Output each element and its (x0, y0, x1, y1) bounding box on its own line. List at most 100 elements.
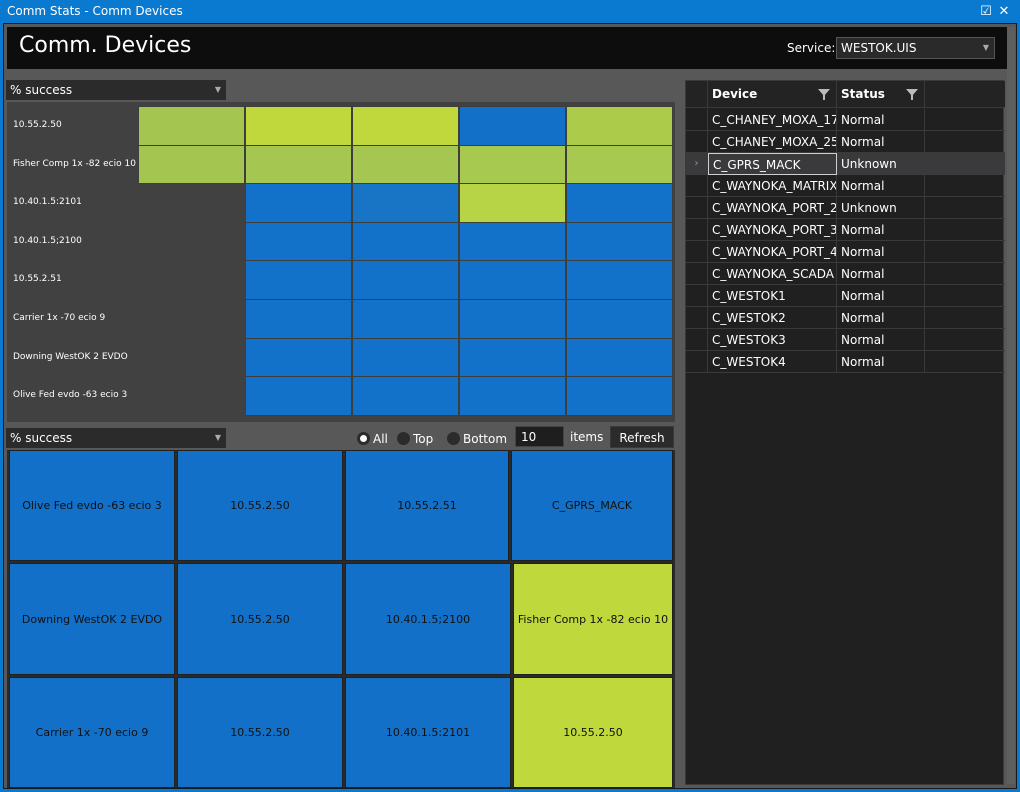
heatmap-cell[interactable] (138, 144, 245, 185)
heatmap-cell[interactable] (245, 260, 352, 300)
window-title: Comm Stats - Comm Devices (7, 4, 183, 18)
table-row[interactable]: C_WESTOK1 Normal (686, 285, 1005, 307)
status-cell[interactable]: Normal (837, 307, 925, 329)
device-cell[interactable]: C_WESTOK3 (708, 329, 837, 351)
heatmap-cell[interactable] (459, 144, 566, 185)
device-cell[interactable]: C_WAYNOKA_SCADA (708, 263, 837, 285)
heatmap-cell[interactable] (459, 221, 566, 262)
table-row[interactable]: C_WAYNOKA_PORT_4 Normal (686, 241, 1005, 263)
heatmap-cell[interactable] (245, 299, 352, 339)
device-cell[interactable]: C_CHANEY_MOXA_175 (708, 109, 837, 131)
treemap-tile[interactable]: 10.40.1.5:2101 (345, 677, 511, 788)
heatmap-cell[interactable] (352, 221, 459, 262)
table-row[interactable]: C_WAYNOKA_SCADA Normal (686, 263, 1005, 285)
heatmap-cell[interactable] (245, 376, 352, 416)
radio-bottom[interactable]: Bottom (447, 432, 507, 446)
status-cell[interactable]: Normal (837, 351, 925, 373)
status-cell[interactable]: Normal (837, 131, 925, 153)
status-cell[interactable]: Normal (837, 263, 925, 285)
close-icon[interactable]: ✕ (995, 0, 1013, 23)
table-row[interactable]: C_WAYNOKA_MATRIX Normal (686, 175, 1005, 197)
item-count-input[interactable]: 10 (515, 426, 564, 447)
device-cell[interactable]: C_GPRS_MACK (708, 153, 837, 175)
treemap-tile[interactable]: Fisher Comp 1x -82 ecio 10 (513, 563, 673, 675)
treemap-tile[interactable]: 10.55.2.51 (345, 450, 509, 561)
heatmap-cell[interactable] (459, 337, 566, 378)
heatmap-cell[interactable] (352, 260, 459, 300)
device-cell[interactable]: C_CHANEY_MOXA_250 (708, 131, 837, 153)
treemap-tile-label: Carrier 1x -70 ecio 9 (35, 726, 149, 739)
table-row[interactable]: C_WAYNOKA_PORT_2 Unknown (686, 197, 1005, 219)
treemap-tile[interactable]: Downing WestOK 2 EVDO (9, 563, 175, 675)
heatmap-cell[interactable] (566, 337, 673, 378)
treemap-tile[interactable]: Olive Fed evdo -63 ecio 3 (9, 450, 175, 561)
table-row[interactable]: C_WAYNOKA_PORT_3 Normal (686, 219, 1005, 241)
device-cell[interactable]: C_WAYNOKA_PORT_2 (708, 197, 837, 219)
filter-icon[interactable] (906, 89, 918, 100)
heatmap-cell[interactable] (566, 106, 673, 146)
table-row[interactable]: › C_GPRS_MACK Unknown (686, 153, 1005, 175)
radio-all[interactable]: All (357, 432, 388, 446)
device-cell[interactable]: C_WAYNOKA_PORT_4 (708, 241, 837, 263)
treemap-tile[interactable]: C_GPRS_MACK (511, 450, 673, 561)
heatmap-metric-select[interactable]: % success ▼ (6, 80, 226, 100)
heatmap-row-label: Downing WestOK 2 EVDO (13, 351, 128, 362)
device-cell[interactable]: C_WAYNOKA_MATRIX (708, 175, 837, 197)
status-cell[interactable]: Normal (837, 219, 925, 241)
heatmap-cell[interactable] (566, 144, 673, 185)
table-row[interactable]: C_CHANEY_MOXA_250 Normal (686, 131, 1005, 153)
heatmap-cell[interactable] (245, 337, 352, 378)
radio-top[interactable]: Top (397, 432, 433, 446)
treemap-tile[interactable]: 10.55.2.50 (177, 563, 343, 675)
status-cell[interactable]: Normal (837, 285, 925, 307)
table-row[interactable]: C_WESTOK2 Normal (686, 307, 1005, 329)
status-cell[interactable]: Normal (837, 329, 925, 351)
row-indicator (686, 307, 708, 329)
status-cell[interactable]: Unknown (837, 197, 925, 219)
device-cell[interactable]: C_WAYNOKA_PORT_3 (708, 219, 837, 241)
heatmap-cell[interactable] (459, 260, 566, 300)
treemap-tile[interactable]: 10.40.1.5;2100 (345, 563, 511, 675)
heatmap-cell[interactable] (245, 183, 352, 223)
heatmap-cell[interactable] (459, 106, 566, 146)
status-cell[interactable]: Unknown (837, 153, 925, 175)
status-cell[interactable]: Normal (837, 175, 925, 197)
heatmap-cell[interactable] (459, 299, 566, 339)
device-cell[interactable]: C_WESTOK4 (708, 351, 837, 373)
heatmap-cell[interactable] (352, 376, 459, 416)
refresh-button[interactable]: Refresh (610, 426, 674, 448)
column-device[interactable]: Device (708, 81, 837, 108)
heatmap-cell[interactable] (245, 221, 352, 262)
heatmap-cell[interactable] (566, 376, 673, 416)
heatmap-cell[interactable] (566, 260, 673, 300)
restore-icon[interactable]: ☑ (977, 0, 995, 23)
heatmap-cell[interactable] (352, 299, 459, 339)
heatmap-cell[interactable] (352, 144, 459, 185)
heatmap-cell[interactable] (459, 183, 566, 223)
heatmap-cell[interactable] (352, 183, 459, 223)
heatmap-cell[interactable] (566, 299, 673, 339)
table-row[interactable]: C_WESTOK4 Normal (686, 351, 1005, 373)
device-cell[interactable]: C_WESTOK1 (708, 285, 837, 307)
table-row[interactable]: C_WESTOK3 Normal (686, 329, 1005, 351)
heatmap-cell[interactable] (245, 144, 352, 185)
heatmap-cell[interactable] (566, 221, 673, 262)
filter-icon[interactable] (818, 89, 830, 100)
treemap-tile[interactable]: 10.55.2.50 (513, 677, 673, 788)
window-scrollbar[interactable] (1007, 27, 1015, 784)
heatmap-cell[interactable] (138, 106, 245, 146)
service-select[interactable]: WESTOK.UIS ▼ (836, 37, 995, 59)
treemap-tile[interactable]: Carrier 1x -70 ecio 9 (9, 677, 175, 788)
status-cell[interactable]: Normal (837, 109, 925, 131)
heatmap-cell[interactable] (566, 183, 673, 223)
status-cell[interactable]: Normal (837, 241, 925, 263)
heatmap-cell[interactable] (245, 106, 352, 146)
treemap-tile[interactable]: 10.55.2.50 (177, 450, 343, 561)
column-status[interactable]: Status (837, 81, 925, 108)
treemap-tile[interactable]: 10.55.2.50 (177, 677, 343, 788)
table-row[interactable]: C_CHANEY_MOXA_175 Normal (686, 109, 1005, 131)
device-cell[interactable]: C_WESTOK2 (708, 307, 837, 329)
heatmap-cell[interactable] (352, 337, 459, 378)
heatmap-cell[interactable] (352, 106, 459, 146)
heatmap-cell[interactable] (459, 376, 566, 416)
